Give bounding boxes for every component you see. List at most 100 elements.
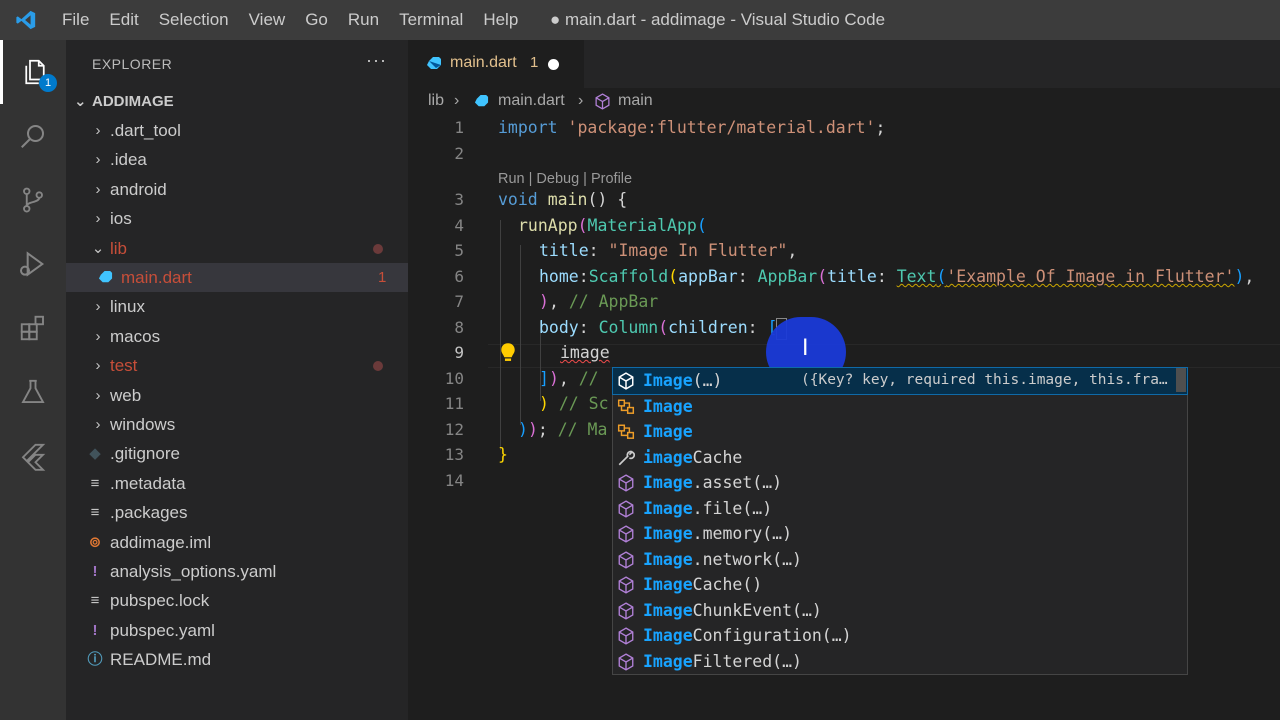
menu-bar: File Edit Selection View Go Run Terminal Help <box>52 0 528 40</box>
class-constructor-icon <box>617 576 635 594</box>
source-control-icon[interactable] <box>0 168 66 232</box>
suggestion-item[interactable]: ImageChunkEvent(…) <box>613 598 1187 624</box>
suggestion-item[interactable]: Image.network(…) <box>613 547 1187 573</box>
menu-file[interactable]: File <box>52 0 99 40</box>
chevron-right-icon: › <box>95 298 101 316</box>
tree-item-analysis-options-yaml[interactable]: ! analysis_options.yaml <box>66 557 408 586</box>
class-icon <box>617 398 635 416</box>
suggestion-item[interactable]: Image.asset(…) <box>613 470 1187 496</box>
tree-item-gitignore[interactable]: ◆ .gitignore <box>66 439 408 468</box>
yaml-file-icon: ! <box>92 621 98 639</box>
more-actions-button[interactable]: ··· <box>366 50 387 71</box>
suggestion-label: Image <box>643 396 693 416</box>
menu-run[interactable]: Run <box>338 0 389 40</box>
suggestion-label: ImageChunkEvent(…) <box>643 600 822 620</box>
error-dot-icon <box>373 243 383 254</box>
class-constructor-icon <box>617 474 635 492</box>
code-line-12: )); // Ma <box>518 420 608 439</box>
codelens-run-debug-profile[interactable]: Run | Debug | Profile <box>498 171 632 187</box>
tree-item-readme-md[interactable]: ⓘ README.md <box>66 645 408 674</box>
suggestion-item[interactable]: ImageConfiguration(…) <box>613 623 1187 649</box>
breadcrumb-lib[interactable]: lib <box>428 92 444 110</box>
extensions-icon[interactable] <box>0 296 66 360</box>
search-icon[interactable] <box>0 104 66 168</box>
indent-guide <box>500 220 501 450</box>
tree-item-label: linux <box>110 297 145 317</box>
menu-view[interactable]: View <box>239 0 296 40</box>
run-debug-icon[interactable] <box>0 232 66 296</box>
code-line-8: body: Column(children: [ <box>539 318 778 337</box>
suggestion-item[interactable]: Image <box>613 394 1187 420</box>
workspace-root-folder[interactable]: ⌄ ADDIMAGE <box>66 90 408 114</box>
line-number: 14 <box>444 471 464 490</box>
testing-icon[interactable] <box>0 360 66 424</box>
tree-item-label: pubspec.lock <box>110 591 210 611</box>
tree-item-pubspec-lock[interactable]: ≡ pubspec.lock <box>66 586 408 615</box>
tree-item-dart-tool[interactable]: › .dart_tool <box>66 116 408 145</box>
suggestion-label: Image <box>643 422 693 441</box>
code-line-11: ) // Sc <box>539 394 609 413</box>
line-number: 2 <box>454 144 464 163</box>
menu-help[interactable]: Help <box>473 0 528 40</box>
chevron-right-icon: › <box>95 416 101 433</box>
suggestion-item[interactable]: Image(…) ({Key? key, required this.image,… <box>612 367 1188 395</box>
tree-item-label: lib <box>110 238 128 258</box>
suggestion-item[interactable]: Image <box>613 419 1187 445</box>
tree-item-android[interactable]: › android <box>66 175 408 204</box>
suggestion-item[interactable]: Image.file(…) <box>613 496 1187 522</box>
chevron-right-icon: › <box>578 92 584 109</box>
vscode-logo-icon <box>0 0 52 40</box>
tree-item-lib[interactable]: ⌄ lib <box>66 234 408 263</box>
line-number: 3 <box>454 190 464 209</box>
tree-item-label: analysis_options.yaml <box>110 562 277 581</box>
line-number: 5 <box>454 241 464 260</box>
class-constructor-icon <box>617 601 635 620</box>
breadcrumb-main-dart[interactable]: main.dart <box>498 92 565 110</box>
suggestion-item[interactable]: ImageFiltered(…) <box>613 649 1187 675</box>
tree-item-test[interactable]: › test <box>66 351 408 380</box>
breadcrumb-main[interactable]: main <box>618 92 653 110</box>
menu-selection[interactable]: Selection <box>149 0 239 40</box>
suggestion-item[interactable]: Image.memory(…) <box>613 521 1187 547</box>
text-cursor-icon: I <box>802 336 809 361</box>
text-file-icon: ≡ <box>90 592 100 610</box>
tree-item-web[interactable]: › web <box>66 381 408 410</box>
autocomplete-suggestions: Image(…) ({Key? key, required this.image,… <box>612 367 1188 675</box>
dart-file-icon <box>96 263 114 295</box>
code-line-7: ), // AppBar <box>539 292 659 311</box>
tree-item-windows[interactable]: › windows <box>66 410 408 439</box>
menu-go[interactable]: Go <box>295 0 338 40</box>
menu-edit[interactable]: Edit <box>99 0 148 40</box>
explorer-badge: 1 <box>39 74 57 92</box>
chevron-right-icon: › <box>454 92 460 109</box>
suggestions-scrollbar[interactable] <box>1176 368 1186 392</box>
info-file-icon: ⓘ <box>87 651 103 669</box>
tree-item-linux[interactable]: › linux <box>66 292 408 321</box>
tree-item-pubspec-yaml[interactable]: ! pubspec.yaml <box>66 616 408 645</box>
menu-terminal[interactable]: Terminal <box>389 0 473 40</box>
tree-item-packages[interactable]: ≡ .packages <box>66 498 408 527</box>
suggestion-label: ImageConfiguration(…) <box>643 626 852 645</box>
tree-item-ios[interactable]: › ios <box>66 204 408 233</box>
error-dot-icon <box>373 361 383 372</box>
class-constructor-icon <box>617 550 635 569</box>
lightbulb-icon[interactable] <box>498 342 518 368</box>
flutter-icon[interactable] <box>0 424 66 488</box>
unsaved-dot-icon[interactable] <box>548 59 559 70</box>
tree-item-idea[interactable]: › .idea <box>66 145 408 174</box>
class-constructor-icon <box>617 372 635 390</box>
tree-item-macos[interactable]: › macos <box>66 322 408 351</box>
code-line-10: ]), // <box>539 369 599 388</box>
suggestion-item[interactable]: imageCache <box>613 445 1187 471</box>
tree-item-label: .idea <box>110 150 147 170</box>
tab-main-dart[interactable]: main.dart 1 <box>408 40 584 88</box>
suggestion-item[interactable]: ImageCache() <box>613 572 1187 598</box>
code-line-3: void main() { <box>498 190 628 209</box>
tree-item-metadata[interactable]: ≡ .metadata <box>66 469 408 498</box>
explorer-icon[interactable]: 1 <box>0 40 66 104</box>
tree-item-main-dart[interactable]: main.dart 1 <box>66 263 408 292</box>
tree-item-addimage-iml[interactable]: ⊚ addimage.iml <box>66 528 408 557</box>
tree-item-label: web <box>110 385 142 405</box>
suggestion-label: imageCache <box>643 447 743 467</box>
indent-guide <box>520 245 521 425</box>
